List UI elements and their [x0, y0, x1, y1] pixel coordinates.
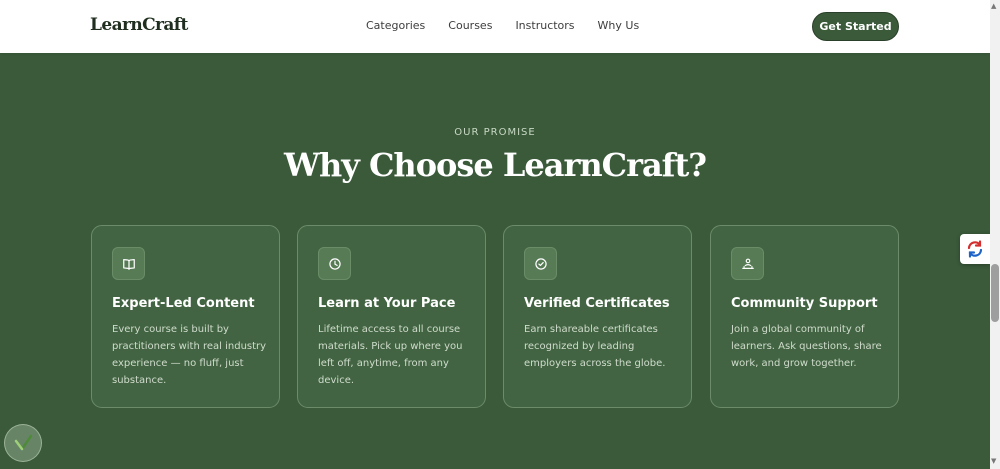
feature-description: Join a global community of learners. Ask…: [731, 324, 882, 369]
feature-description: Lifetime access to all course materials.…: [318, 324, 463, 386]
feature-card-community: Community Support Join a global communit…: [710, 225, 899, 408]
feature-card-learn-pace: Learn at Your Pace Lifetime access to al…: [297, 225, 486, 408]
community-icon: [731, 247, 764, 280]
feature-title: Community Support: [731, 296, 878, 311]
brand-logo[interactable]: LearnCraft: [90, 15, 188, 35]
nav-link-why-us[interactable]: Why Us: [598, 19, 640, 32]
check-badge-icon: [524, 247, 557, 280]
feature-card-expert-content: Expert-Led Content Every course is built…: [91, 225, 280, 408]
section-heading: Why Choose LearnCraft?: [284, 146, 707, 184]
nav-link-categories[interactable]: Categories: [366, 19, 425, 32]
corner-logo-badge[interactable]: [4, 424, 42, 462]
feature-description: Earn shareable certificates recognized b…: [524, 324, 666, 369]
scroll-down-arrow-icon[interactable]: ▼: [991, 457, 996, 465]
book-icon: [112, 247, 145, 280]
feature-card-certificates: Verified Certificates Earn shareable cer…: [503, 225, 692, 408]
clock-icon: [318, 247, 351, 280]
nav-links: Categories Courses Instructors Why Us: [366, 19, 662, 32]
section-eyebrow: OUR PROMISE: [454, 127, 536, 138]
sync-widget-button[interactable]: [960, 234, 990, 264]
leaf-check-icon: [14, 434, 33, 451]
scroll-up-arrow-icon[interactable]: ▲: [991, 2, 996, 10]
top-navbar: LearnCraft Categories Courses Instructor…: [0, 0, 990, 53]
feature-title: Verified Certificates: [524, 296, 670, 311]
feature-title: Expert-Led Content: [112, 296, 255, 311]
refresh-icon: [967, 240, 983, 258]
feature-title: Learn at Your Pace: [318, 296, 456, 311]
get-started-button[interactable]: Get Started: [812, 12, 899, 41]
scroll-thumb[interactable]: [991, 264, 999, 322]
feature-description: Every course is built by practitioners w…: [112, 324, 267, 386]
nav-link-instructors[interactable]: Instructors: [515, 19, 574, 32]
page-scrollbar[interactable]: ▲ ▼: [990, 0, 1000, 469]
nav-link-courses[interactable]: Courses: [448, 19, 492, 32]
